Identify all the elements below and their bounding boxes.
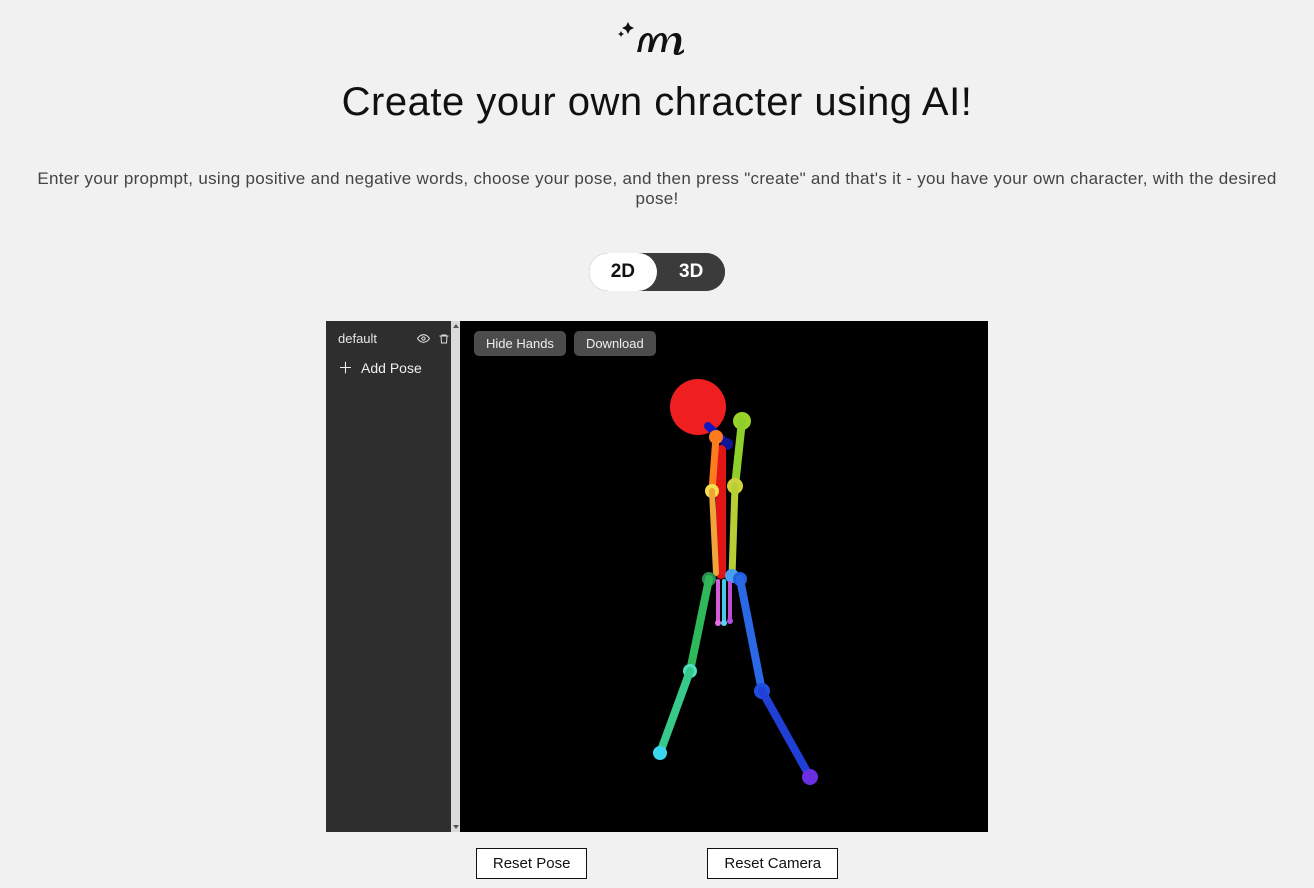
pose-list-panel: default ＋ A: [326, 321, 460, 832]
app-logo: [617, 16, 697, 62]
sidebar-scrollbar[interactable]: [451, 321, 460, 832]
view-mode-toggle: 2D 3D: [589, 253, 726, 291]
pose-name-label: default: [338, 331, 377, 346]
pose-skeleton[interactable]: [460, 321, 979, 832]
add-pose-button[interactable]: ＋ Add Pose: [326, 352, 460, 386]
pose-list-item[interactable]: default: [326, 321, 460, 352]
plus-icon: ＋: [338, 361, 353, 376]
reset-pose-button[interactable]: Reset Pose: [476, 848, 588, 879]
scroll-down-icon: [453, 825, 459, 829]
scroll-up-icon: [453, 324, 459, 328]
pose-viewport[interactable]: Hide Hands Download: [460, 321, 988, 832]
add-pose-label: Add Pose: [361, 360, 422, 376]
eye-icon[interactable]: [417, 332, 430, 345]
trash-icon[interactable]: [438, 333, 450, 345]
toggle-3d[interactable]: 3D: [657, 253, 725, 291]
page-title: Create your own chracter using AI!: [342, 80, 973, 125]
page-subtitle: Enter your propmpt, using positive and n…: [20, 169, 1294, 209]
reset-camera-button[interactable]: Reset Camera: [707, 848, 838, 879]
pose-editor: default ＋ A: [326, 321, 988, 832]
toggle-2d[interactable]: 2D: [589, 253, 657, 291]
